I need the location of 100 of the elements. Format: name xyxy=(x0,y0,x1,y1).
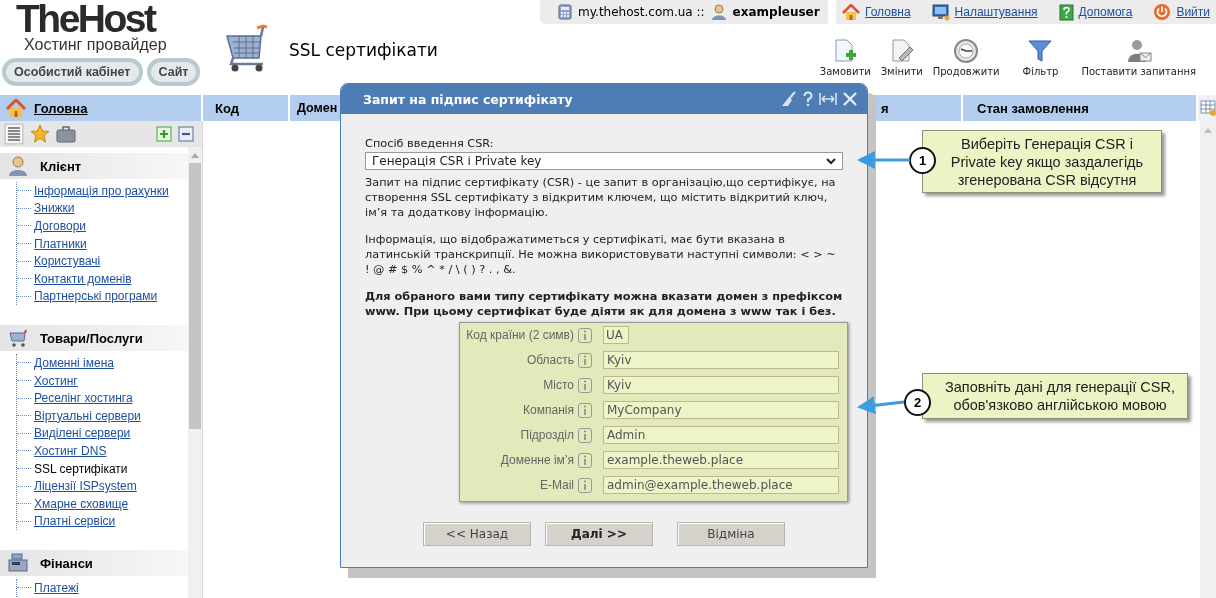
account-host: my.thehost.com.ua :: xyxy=(578,5,705,19)
toolbar-button[interactable]: Змінити xyxy=(876,38,927,77)
sidebar-link[interactable]: Хмарне сховище xyxy=(34,496,129,511)
field-label: Спосіб введення CSR: xyxy=(365,136,495,151)
logo[interactable]: TheHost xyxy=(16,2,155,36)
text-input[interactable]: Kyiv xyxy=(603,376,839,394)
sidebar-section-title[interactable]: Фінанси xyxy=(40,555,93,571)
description-paragraph: Запит на підпис сертифікату (CSR) - це запит в організацію,що сертифікує, на створення SSL сертифікату з відкритим ключем, що містить відкритий ключ, ім’я та додаткову інформацію. xyxy=(365,175,837,220)
house-icon xyxy=(6,98,26,118)
sidebar-link[interactable]: Користувачі xyxy=(34,254,101,269)
info-icon[interactable] xyxy=(578,477,592,493)
dialog-title: Запит на підпис сертифікату xyxy=(363,91,573,107)
header-button[interactable]: Особистий кабінет xyxy=(2,58,143,86)
dialog-button[interactable]: Відміна xyxy=(677,522,785,546)
field-label: Підрозділ xyxy=(519,428,574,442)
sidebar-link[interactable]: Доменні імена xyxy=(34,355,114,370)
sidebar-link[interactable]: Знижки xyxy=(34,201,75,216)
monitor-icon xyxy=(931,3,950,21)
header-link[interactable]: Налаштування xyxy=(954,5,1038,19)
close-icon[interactable] xyxy=(843,92,857,106)
sidebar-link[interactable]: Реселінг хостинга xyxy=(34,391,133,406)
callout-note: Заповніть дані для генерації CSR, обов'язково англійською мовою xyxy=(922,373,1188,419)
cash-register-icon xyxy=(8,553,28,574)
info-icon[interactable] xyxy=(578,402,592,418)
toolbar-button[interactable]: Продовжити xyxy=(932,38,1000,77)
account-username: exampleuser xyxy=(732,5,820,19)
sidebar-link[interactable]: Хостинг DNS xyxy=(34,443,107,458)
info-icon[interactable] xyxy=(578,377,592,393)
sidebar-link[interactable]: Інформація про рахунки xyxy=(34,183,169,198)
description-paragraph: Інформація, що відображатиметься у сертифікаті, має бути вказана в латинській транскрипції. Не можна використовувати наступні символи: < > ~ ! @ # $ % ^ * / \ ( ) ? . , &. xyxy=(365,232,837,277)
sidebar-link[interactable]: Платники xyxy=(34,236,87,251)
text-input[interactable]: Admin xyxy=(603,426,839,444)
note-paragraph: Для обраного вами типу сертифікату можна вказати домен з префіксом www. При цьому сертифікат буде діяти як для домена з www так і без. xyxy=(365,289,843,319)
toolbar-button[interactable]: Замовити xyxy=(819,38,871,77)
sidebar-link[interactable]: Платні сервіси xyxy=(34,514,116,529)
sidebar-link[interactable]: Виділені сервери xyxy=(34,426,131,441)
column-header[interactable]: Код xyxy=(203,95,290,121)
sidebar-link[interactable]: Ліцензії ISPsystem xyxy=(34,479,137,494)
sidebar-home-link[interactable]: Головна xyxy=(34,100,88,116)
star-icon[interactable] xyxy=(30,124,50,144)
field-label: Доменне ім’я xyxy=(499,453,574,467)
help-icon[interactable] xyxy=(803,91,813,107)
document-plus-icon xyxy=(832,38,859,64)
sidebar-section-title[interactable]: Клієнт xyxy=(40,158,82,174)
header-link[interactable]: Головна xyxy=(865,5,911,19)
scroll-up-icon[interactable] xyxy=(1203,126,1213,134)
info-icon[interactable] xyxy=(578,352,592,368)
sidebar-link[interactable]: Хостинг xyxy=(34,373,78,388)
text-input[interactable]: example.theweb.place xyxy=(603,451,839,469)
arrow xyxy=(857,396,905,415)
toolbar-button[interactable]: Фільтр xyxy=(1005,38,1076,77)
text-input[interactable]: UA xyxy=(603,326,629,344)
collapse-all-icon[interactable] xyxy=(178,126,194,142)
sidebar-link[interactable]: Контакти доменів xyxy=(34,271,132,286)
scrollbar-thumb[interactable] xyxy=(189,163,201,429)
field-label: Місто xyxy=(542,378,574,392)
header-button[interactable]: Сайт xyxy=(146,58,201,86)
power-icon xyxy=(1153,3,1172,21)
sidebar-link[interactable]: SSL сертифікати xyxy=(34,461,128,476)
sidebar-link[interactable]: Партнерські програми xyxy=(34,289,158,304)
broom-icon[interactable] xyxy=(781,91,797,107)
text-input[interactable]: admin@example.theweb.place xyxy=(603,476,839,494)
house-icon xyxy=(842,3,860,21)
field-label: Компанія xyxy=(522,403,574,417)
funnel-icon xyxy=(1027,38,1054,64)
user-icon xyxy=(8,156,28,176)
chevron-down-icon xyxy=(826,157,836,165)
list-view-icon[interactable] xyxy=(4,123,24,145)
logo-tagline: Хостинг провайдер xyxy=(24,36,167,54)
header-link[interactable]: Вийти xyxy=(1176,5,1210,19)
dialog-button[interactable]: << Назад xyxy=(423,522,531,546)
scrollbar[interactable] xyxy=(188,147,202,598)
dialog-button[interactable]: Далі >> xyxy=(545,522,653,546)
scrollbar[interactable] xyxy=(1200,121,1216,598)
page-title: SSL сертифікати xyxy=(289,40,438,60)
clock-icon xyxy=(953,38,980,64)
sidebar-link[interactable]: Платежі xyxy=(34,580,79,595)
header-link[interactable]: Допомога xyxy=(1078,5,1133,19)
calculator-icon xyxy=(558,4,572,20)
sidebar-link[interactable]: Договори xyxy=(34,219,86,233)
info-icon[interactable] xyxy=(578,327,592,343)
user-icon xyxy=(710,4,727,20)
text-input[interactable]: MyCompany xyxy=(603,401,839,419)
column-header[interactable]: Стан замовлення xyxy=(963,95,1198,121)
field-label: E-Mail xyxy=(539,478,574,492)
table-settings-icon[interactable] xyxy=(1200,100,1216,116)
help-icon xyxy=(1058,3,1074,21)
resize-icon[interactable] xyxy=(819,92,837,106)
info-icon[interactable] xyxy=(578,427,592,443)
toolbar-button[interactable]: Поставити запитання xyxy=(1081,38,1196,77)
sidebar-link[interactable]: Віртуальні сервери xyxy=(34,408,141,423)
text-input[interactable]: Kyiv xyxy=(603,351,839,369)
info-icon[interactable] xyxy=(578,452,592,468)
arrow xyxy=(857,151,910,169)
scroll-up-icon[interactable] xyxy=(190,151,200,159)
shopping-cart-icon xyxy=(8,328,28,349)
csr-method-dropdown[interactable]: Генерація CSR і Private key xyxy=(365,152,843,170)
field-label: Область xyxy=(525,353,574,367)
expand-all-icon[interactable] xyxy=(156,126,172,142)
briefcase-icon[interactable] xyxy=(56,125,76,143)
